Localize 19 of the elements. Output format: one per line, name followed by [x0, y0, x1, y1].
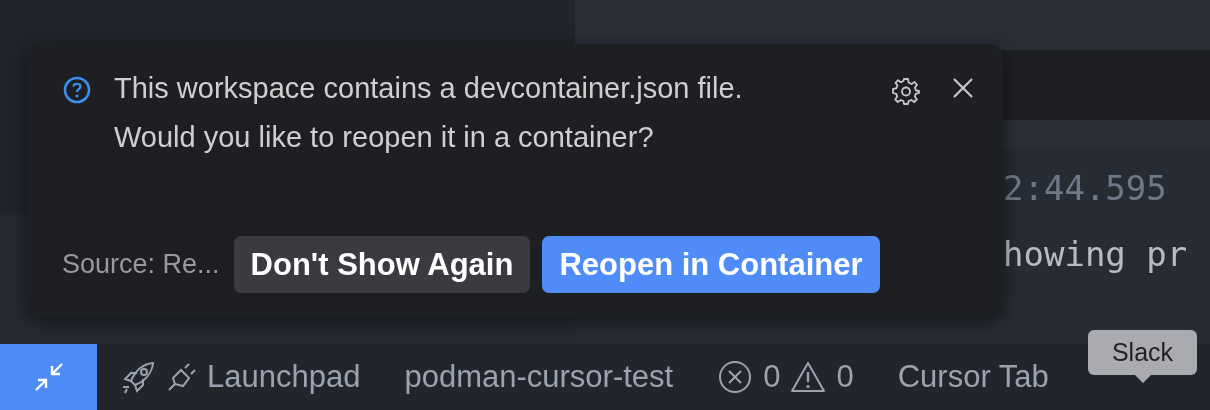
code-line: howing pr	[1003, 234, 1189, 274]
primary-button[interactable]: Reopen in Container	[542, 236, 880, 293]
tooltip-pointer	[1133, 374, 1152, 383]
warning-count[interactable]: 0	[836, 359, 854, 395]
error-count[interactable]: 0	[763, 359, 781, 395]
tooltip: Slack	[1088, 330, 1197, 375]
question-icon	[62, 75, 92, 105]
status-item[interactable]: Cursor Tab	[897, 359, 1049, 395]
notification-message: This workspace contains a devcontainer.json file. Would you like to reopen it in a container?	[114, 71, 744, 155]
settings-icon	[891, 76, 921, 106]
error-icon[interactable]	[717, 359, 754, 395]
rocket-icon[interactable]	[121, 359, 157, 395]
code-line: 2:44.595	[1003, 168, 1168, 208]
notification-source: Source: Re...	[62, 249, 220, 280]
launchpad-label[interactable]: Launchpad	[207, 359, 361, 395]
close-icon	[951, 76, 975, 100]
secondary-button[interactable]: Don't Show Again	[233, 236, 531, 293]
status-item[interactable]: podman-cursor-test	[404, 359, 674, 395]
warning-icon[interactable]	[790, 360, 827, 394]
